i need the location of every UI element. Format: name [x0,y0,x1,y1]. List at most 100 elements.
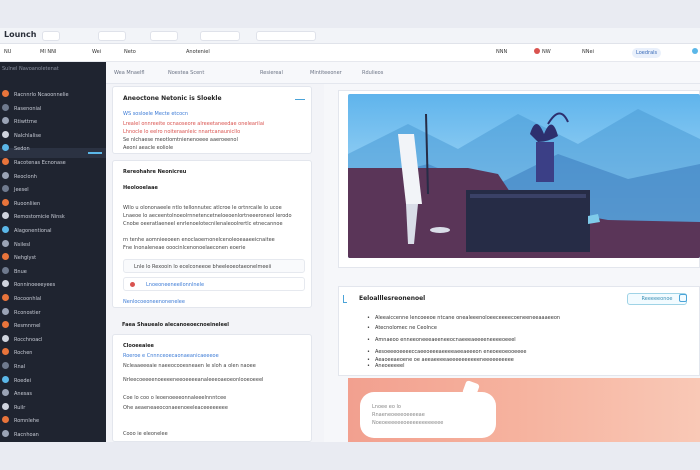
sidebar-item-icon [2,239,9,247]
sidebar-header: Sulnel Navoanoletenat [2,66,59,72]
details-card: Rereohahre Neonicreu Heolooelaae Wllo u … [112,160,312,308]
toolbar: NU MI NNI Wei Neto Anoteniel NNN NW NNei… [0,44,700,62]
toolbar-right-1[interactable]: NNN [496,48,507,57]
details-title: Rereohahre Neonicreu [123,169,187,175]
tab-1[interactable] [42,31,60,41]
shield-icon[interactable] [679,294,687,302]
sidebar-item[interactable]: Alagonentional [2,226,52,234]
sidebar-item-label: Rnal [14,364,26,370]
sidebar-item-label: Rochen [14,350,33,357]
toolbar-item-5[interactable]: Anoteniel [186,48,210,57]
sidebar-item-label: Nehglyst [14,255,37,262]
sidebar-item-icon [2,294,9,301]
sidebar-item[interactable]: Racnhoan [2,430,39,438]
sidebar-item-label: Racnhoan [14,432,39,438]
checklist-title: Eeloalllesreonenoel [359,295,426,302]
sidebar-active-indicator [88,152,102,154]
section-label: Faea Shauealo alecanoeoecnoeineleel [122,322,230,328]
sidebar-item-label: Racotenas Ecnonase [14,160,66,166]
toolbar-right-4[interactable] [692,48,700,57]
sidebar-item[interactable]: Ruoonliien [2,198,41,207]
summary-line: Coe lo coo o leoenoeeeonnaleeelnnntcee [123,395,227,401]
sidebar-item-label: Sedon [14,146,30,153]
sidebar-item[interactable]: Rasenonial [2,103,41,112]
subheader-item-3[interactable]: Resiereal [260,70,283,76]
sidebar-item[interactable]: Rocoonhlal [2,294,41,302]
sidebar-item[interactable]: Romnlehe [2,416,39,424]
toolbar-item-4[interactable]: Neto [124,48,136,57]
details-line: Fne Inonaleneae ooocinlcenonoelaeconen e… [123,245,246,251]
sidebar-item[interactable]: Ruilr [2,402,25,411]
article-title: Aneoctone Netonic is Sloekle [123,95,222,102]
sidebar-item[interactable]: Bnue [2,266,27,275]
toolbar-item-1[interactable]: NU [4,48,11,57]
sidebar-item[interactable]: Racnnrlo Ncaoonnelie [2,90,69,98]
subheader: Wea Mnaelfl Noestea Scent Resiereal Mint… [106,62,700,84]
tab-bar: Lounch [0,28,700,44]
sidebar-item[interactable]: Resmnrnel [2,321,41,329]
sidebar-item-label: Rtiwttrne [14,119,38,126]
toolbar-right-3[interactable]: NNei [582,48,594,57]
sidebar-item-icon [2,198,9,206]
sidebar-item-icon [2,362,9,369]
toolbar-item-2[interactable]: MI NNI [40,48,56,57]
sidebar-item-label: Remostomicie Ninsk [14,214,65,221]
info-box-text: Lnle lo Rexooin lo ecelconeeoe bheeleoeo… [134,264,272,270]
sidebar-item[interactable]: Rtiwttrne [2,117,37,125]
collapse-icon[interactable] [343,295,347,303]
tab-5[interactable] [256,31,316,41]
toolbar-item-3[interactable]: Wei [92,48,101,57]
sidebar-item[interactable]: Racotenas Ecnonase [2,158,66,166]
sidebar-item[interactable]: Rconostier [2,307,41,316]
sidebar-item-label: Alagonentional [14,228,52,234]
subheader-item-5[interactable]: Rdulieos [362,70,383,76]
sidebar: Sulnel Navoanoletenat Racnnrlo Ncaoonnel… [0,62,106,442]
sidebar-item-icon [2,402,9,410]
sidebar-item-label: Rocoonhlal [14,296,42,302]
details-line: Cnobe oeeratlaeneel enrlenoelotecnilenal… [123,221,283,227]
sidebar-item-icon [2,144,9,152]
sidebar-item[interactable]: Nalchlalise [2,130,41,139]
sidebar-item[interactable]: Rnal [2,362,25,370]
sidebar-item[interactable]: Jeesel [2,185,29,193]
sidebar-item-label: Resmnrnel [14,323,41,330]
sidebar-item-label: Ronninoeeeyees [14,282,56,289]
subheader-item-4[interactable]: Mintiteeoner [310,70,342,76]
link-box[interactable]: Lnoeoneeneeilonnlnele [123,277,305,291]
sidebar-item-icon [2,130,9,138]
sidebar-item[interactable]: Roedei [2,375,31,384]
sidebar-item[interactable]: Nehglyst [2,253,36,261]
subheader-item-2[interactable]: Noestea Scent [168,70,204,76]
sidebar-item-label: Bnue [14,268,27,275]
tab-4[interactable] [200,31,240,41]
checklist-item: Aleeaiccenne lencoeeoe ntcane onealeeeno… [367,315,560,321]
toolbar-pill-1[interactable]: Loedrals [632,48,662,58]
toolbar-right-2[interactable]: NW [534,48,551,57]
link-text[interactable]: Lnoeoneeneeilonnlnele [146,282,296,288]
hero-illustration [348,94,700,258]
sidebar-item-icon [2,253,9,261]
expand-icon[interactable] [295,96,305,100]
sidebar-item[interactable]: Remostomicie Ninsk [2,212,65,220]
sidebar-item-icon [2,321,9,329]
tab-2[interactable] [98,31,126,41]
sidebar-item[interactable]: Anesas [2,389,32,397]
checklist-action-button[interactable]: Reeeeeonoe [627,293,687,305]
sidebar-item[interactable]: Sedon [2,144,30,152]
sidebar-item[interactable]: Nsilesl [2,239,30,248]
subheader-item-1[interactable]: Wea Mnaelfl [114,70,145,76]
sidebar-item-label: Ruoonliien [14,200,41,207]
sidebar-item-label: Reoclonh [14,173,37,180]
checklist-item: Aesoeeeoeeeeccaeeoeeeaeeeeaeeaeeeon eneo… [367,349,526,355]
sidebar-item[interactable]: Reoclonh [2,171,37,180]
summary-line: Roeroe e Cnnnceoecaonaeanicaeeeoe [123,353,219,359]
sidebar-item-icon [2,348,9,356]
sidebar-item[interactable]: Rocchnoacl [2,334,42,343]
sidebar-item[interactable]: Rochen [2,348,32,356]
summary-card: Clooeeaiee Roeroe e Cnnnceoecaonaeanicae… [112,334,312,442]
sidebar-item[interactable]: Ronninoeeeyees [2,280,55,288]
article-line: Se nlchaese meotlomtnienenoeee aaeroeeno… [123,137,238,143]
tab-3[interactable] [150,31,178,41]
footer-link[interactable]: Nenlocoeoneenonenelee [123,299,273,305]
info-box: Lnle lo Rexooin lo ecelconeeoe bheeleoeo… [123,259,305,273]
